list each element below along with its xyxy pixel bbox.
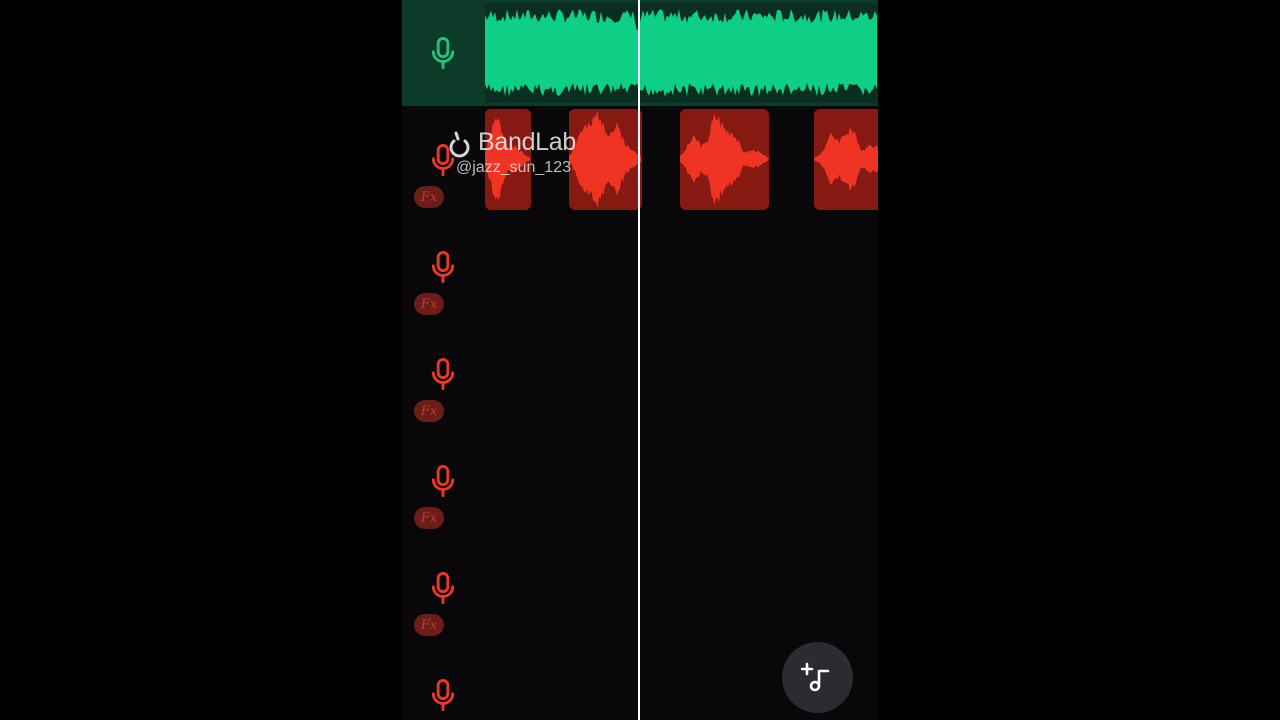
fx-button[interactable]: Fx [414, 293, 444, 315]
track-7-header[interactable] [402, 642, 485, 720]
user-handle: @jazz_sun_123 [456, 159, 571, 176]
track-3-header[interactable]: Fx [402, 214, 485, 321]
fx-button[interactable]: Fx [414, 614, 444, 636]
fx-button[interactable]: Fx [414, 186, 444, 208]
track-6-header[interactable]: Fx [402, 535, 485, 642]
add-music-note-icon [800, 662, 829, 691]
microphone-icon[interactable] [428, 250, 458, 284]
brand-name: BandLab [478, 128, 576, 156]
bandlab-logo-icon [449, 131, 470, 158]
playhead[interactable] [638, 0, 640, 720]
track-5-header[interactable]: Fx [402, 428, 485, 535]
fx-button[interactable]: Fx [414, 400, 444, 422]
microphone-icon[interactable] [428, 464, 458, 498]
audio-clip[interactable] [680, 109, 769, 210]
microphone-icon[interactable] [428, 36, 458, 70]
track-4-header[interactable]: Fx [402, 321, 485, 428]
microphone-icon[interactable] [428, 571, 458, 605]
add-track-button[interactable] [782, 642, 853, 713]
microphone-icon[interactable] [428, 678, 458, 712]
daw-editor: Fx Fx Fx Fx Fx BandLab @jazz_sun_123 [402, 0, 878, 720]
track-1-header[interactable] [402, 0, 485, 106]
microphone-icon[interactable] [428, 357, 458, 391]
track-1-waveform[interactable] [485, 3, 878, 103]
bandlab-watermark: BandLab @jazz_sun_123 [446, 128, 606, 184]
track-1-row[interactable] [402, 0, 878, 106]
fx-button[interactable]: Fx [414, 507, 444, 529]
audio-clip[interactable] [814, 109, 878, 210]
